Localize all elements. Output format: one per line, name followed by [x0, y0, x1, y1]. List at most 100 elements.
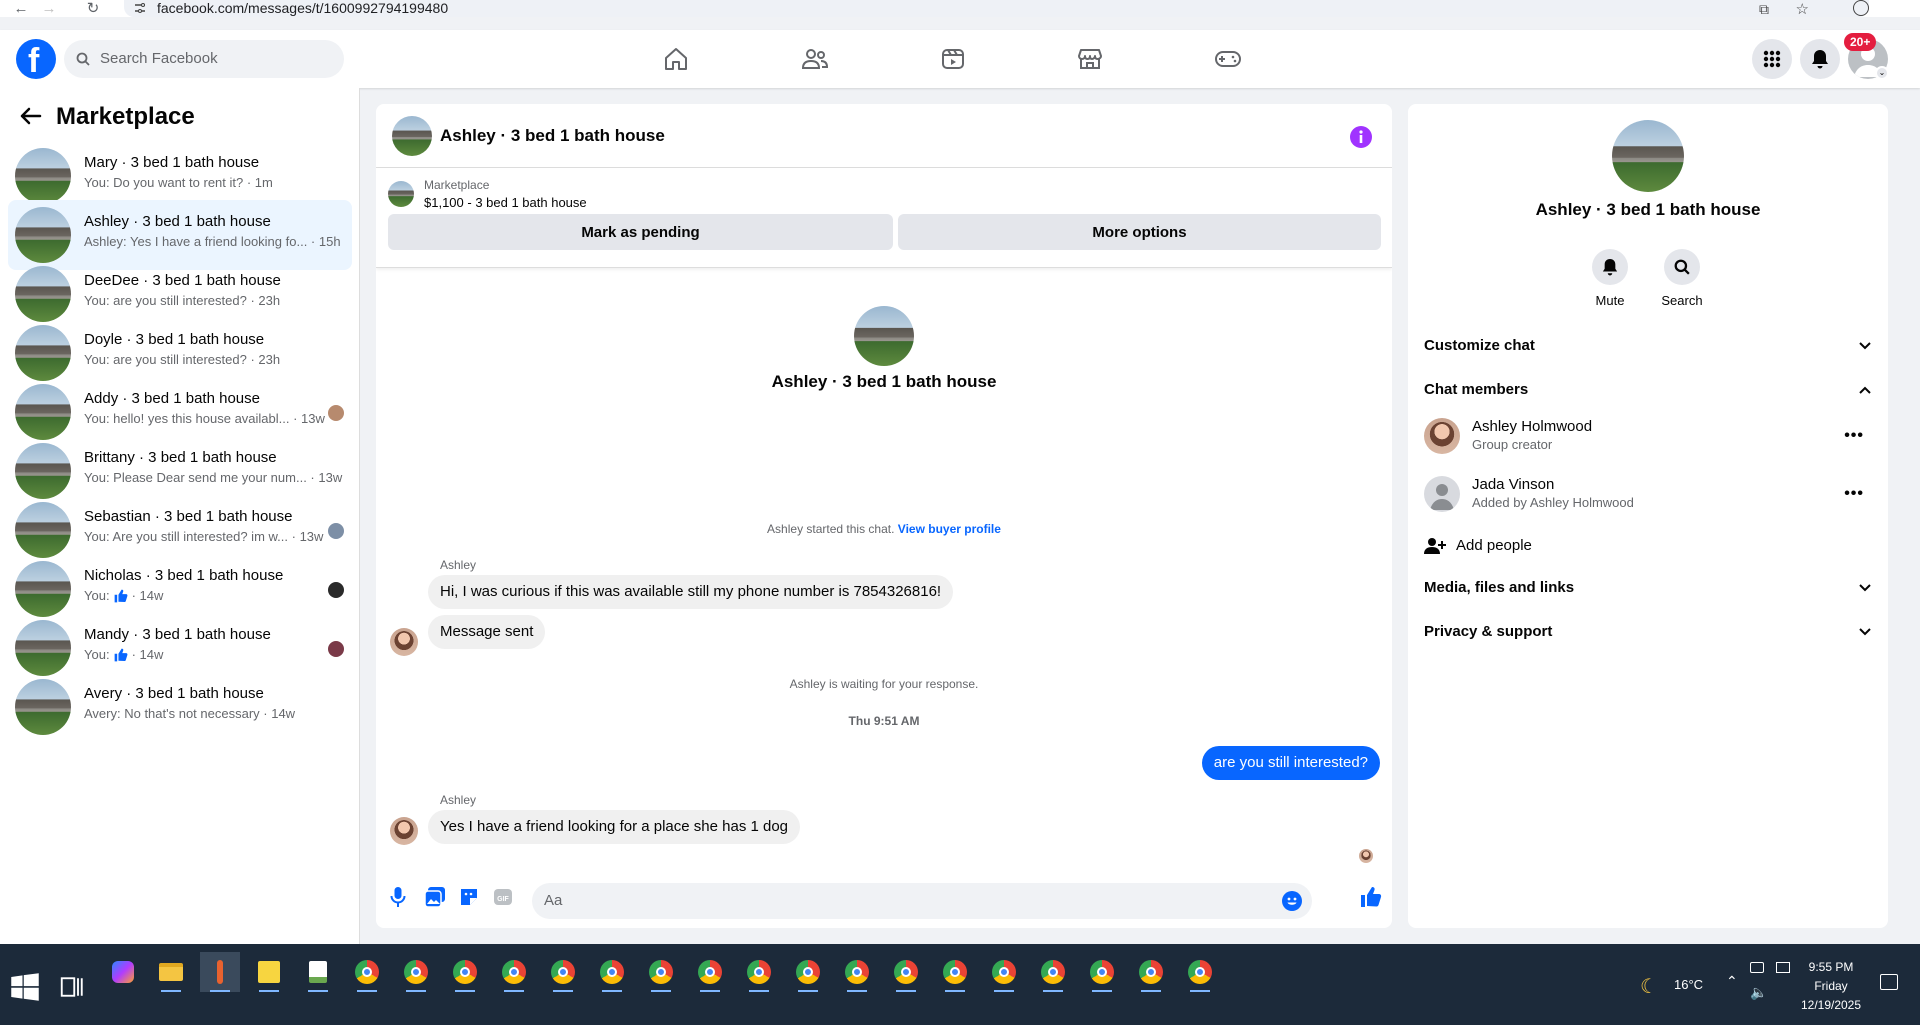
seen-avatar	[328, 582, 344, 598]
customize-chat-section[interactable]: Customize chat	[1424, 326, 1872, 366]
file-explorer-icon[interactable]	[151, 952, 191, 992]
more-icon[interactable]: •••	[1844, 428, 1864, 444]
info-thumbnail	[1612, 120, 1684, 192]
reload-icon[interactable]: ↻	[84, 0, 102, 17]
chrome-app-icon[interactable]	[543, 952, 583, 992]
chrome-app-icon[interactable]	[641, 952, 681, 992]
marketplace-icon[interactable]	[1070, 42, 1110, 76]
menu-grid-icon[interactable]	[1752, 39, 1792, 79]
back-arrow-icon[interactable]	[18, 106, 42, 126]
my-message-bubble[interactable]: are you still interested?	[1201, 746, 1380, 780]
address-bar[interactable]: facebook.com/messages/t/1600992794199480…	[124, 0, 1869, 18]
chrome-app-icon[interactable]	[347, 952, 387, 992]
chrome-app-icon[interactable]	[984, 952, 1024, 992]
listing-price[interactable]: $1,100 - 3 bed 1 bath house	[424, 195, 587, 210]
chat-members-section[interactable]: Chat members	[1424, 370, 1872, 410]
install-app-icon[interactable]: ⧉	[1759, 1, 1769, 18]
mute-button[interactable]: Mute	[1580, 249, 1640, 308]
weather-moon-icon[interactable]: ☾	[1640, 974, 1658, 999]
view-buyer-profile-link[interactable]: View buyer profile	[898, 522, 1001, 536]
notifications-bell-icon[interactable]	[1800, 39, 1840, 79]
account-chevron-icon[interactable]: ⌄	[1875, 66, 1889, 80]
back-arrow-icon[interactable]: ←	[12, 0, 30, 17]
copilot-app-icon[interactable]	[103, 952, 143, 992]
conversation-preview: Ashley: Yes I have a friend looking fo..…	[84, 234, 341, 249]
sticky-notes-icon[interactable]	[249, 952, 289, 992]
profile-icon[interactable]	[1853, 0, 1869, 16]
chrome-app-icon[interactable]	[788, 952, 828, 992]
conversation-thumbnail	[15, 207, 71, 263]
thumbs-up-icon[interactable]	[1360, 886, 1382, 908]
document-app-icon[interactable]	[298, 952, 338, 992]
chrome-app-icon[interactable]	[1082, 952, 1122, 992]
chrome-app-icon[interactable]	[1033, 952, 1073, 992]
search-conversation-button[interactable]: Search	[1652, 249, 1712, 308]
battery-icon[interactable]	[1750, 962, 1764, 973]
conversation-name: DeeDee · 3 bed 1 bath house	[84, 272, 281, 289]
temperature[interactable]: 16°C	[1674, 977, 1703, 992]
more-options-button[interactable]: More options	[898, 214, 1381, 250]
chrome-app-icon[interactable]	[886, 952, 926, 992]
privacy-support-section[interactable]: Privacy & support	[1424, 612, 1872, 652]
chrome-app-icon[interactable]	[445, 952, 485, 992]
forward-arrow-icon[interactable]: →	[40, 0, 58, 17]
gaming-icon[interactable]	[1208, 42, 1248, 76]
emoji-icon[interactable]	[1282, 891, 1302, 911]
conversation-preview: You: Do you want to rent it? · 1m	[84, 175, 273, 190]
chat-title[interactable]: Ashley · 3 bed 1 bath house	[440, 104, 665, 168]
bookmark-star-icon[interactable]: ☆	[1796, 0, 1809, 18]
photo-icon[interactable]	[424, 886, 446, 908]
chrome-app-icon[interactable]	[739, 952, 779, 992]
network-icon[interactable]	[1776, 962, 1790, 973]
taskbar-clock[interactable]: 9:55 PM Friday 12/19/2025	[1796, 944, 1866, 1012]
sticker-icon[interactable]	[458, 886, 480, 908]
task-view-icon[interactable]	[58, 972, 88, 1002]
member-row[interactable]: Ashley Holmwood Group creator •••	[1424, 410, 1872, 462]
more-icon[interactable]: •••	[1844, 486, 1864, 502]
conversation-preview: Avery: No that's not necessary · 14w	[84, 706, 296, 721]
info-icon[interactable]	[1350, 126, 1372, 148]
conversation-preview: You: · 14w	[84, 646, 163, 663]
microphone-icon[interactable]	[390, 886, 406, 908]
conversation-preview: You: Please Dear send me your num... · 1…	[84, 470, 343, 485]
pinned-app-icon[interactable]	[200, 952, 240, 992]
message-input[interactable]: Aa	[532, 883, 1312, 919]
mark-pending-button[interactable]: Mark as pending	[388, 214, 893, 250]
chrome-app-icon[interactable]	[1131, 952, 1171, 992]
chrome-app-icon[interactable]	[494, 952, 534, 992]
chrome-app-icon[interactable]	[592, 952, 632, 992]
sender-avatar[interactable]	[390, 628, 418, 656]
site-settings-icon[interactable]	[134, 2, 146, 14]
section-title: Customize chat	[1424, 337, 1535, 354]
friends-icon[interactable]	[795, 42, 835, 76]
chevron-up-icon[interactable]: ⌃	[1726, 973, 1738, 990]
message-bubble[interactable]: Hi, I was curious if this was available …	[428, 575, 954, 609]
member-row[interactable]: Jada Vinson Added by Ashley Holmwood •••	[1424, 468, 1872, 520]
facebook-logo-icon[interactable]: f	[16, 39, 56, 80]
listing-thumbnail[interactable]	[388, 181, 414, 207]
media-files-section[interactable]: Media, files and links	[1424, 568, 1872, 608]
chevron-down-icon	[1859, 342, 1871, 350]
message-bubble[interactable]: Yes I have a friend looking for a place …	[428, 810, 801, 844]
chrome-app-icon[interactable]	[690, 952, 730, 992]
chrome-app-icon[interactable]	[935, 952, 975, 992]
notification-badge: 20+	[1844, 33, 1877, 51]
message-placeholder: Aa	[544, 892, 563, 909]
chrome-app-icon[interactable]	[837, 952, 877, 992]
windows-start-icon[interactable]	[10, 972, 40, 1002]
sender-avatar[interactable]	[390, 817, 418, 845]
message-bubble[interactable]: Message sent	[428, 615, 546, 649]
notification-center-icon[interactable]	[1880, 974, 1898, 990]
conversation-preview: You: Are you still interested? im w... ·…	[84, 529, 324, 544]
home-icon[interactable]	[656, 42, 696, 76]
video-icon[interactable]	[933, 42, 973, 76]
chat-thumbnail[interactable]	[392, 116, 432, 156]
preview-prefix: You:	[84, 588, 110, 603]
volume-icon[interactable]: 🔈	[1750, 984, 1767, 1001]
gif-icon[interactable]: GIF	[492, 886, 514, 908]
chrome-app-icon[interactable]	[1180, 952, 1220, 992]
chrome-app-icon[interactable]	[396, 952, 436, 992]
conversation-thumbnail	[15, 502, 71, 558]
conversation-item[interactable]: Avery · 3 bed 1 bath house Avery: No that…	[8, 672, 352, 742]
search-input[interactable]: Search Facebook	[64, 40, 344, 78]
